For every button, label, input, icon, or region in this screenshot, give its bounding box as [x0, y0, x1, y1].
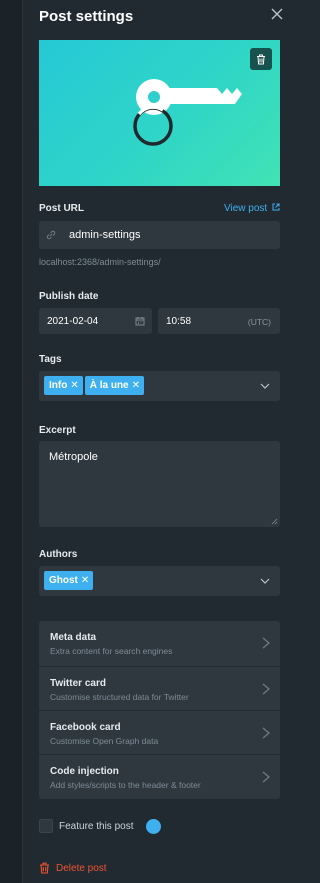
excerpt-textarea[interactable]: Métropole [39, 441, 280, 527]
editor-edge [0, 0, 23, 883]
delete-post-button[interactable]: Delete post [39, 862, 107, 874]
tags-list: Info ✕ À la une ✕ [44, 376, 146, 395]
menu-item-meta-data[interactable]: Meta data Extra content for search engin… [39, 621, 280, 665]
tag-label: Info [49, 380, 68, 391]
menu-item-twitter-card[interactable]: Twitter card Customise structured data f… [39, 666, 280, 710]
post-url-value: admin-settings [69, 229, 141, 241]
key-illustration [133, 79, 242, 146]
chevron-right-icon [262, 637, 270, 649]
tag-label: À la une [89, 380, 129, 391]
feature-image[interactable] [39, 40, 280, 186]
publish-time-input[interactable]: 10:58 (UTC) [158, 308, 280, 334]
author-label: Ghost [49, 575, 78, 586]
remove-image-button[interactable] [250, 48, 272, 70]
remove-author-icon[interactable]: ✕ [81, 575, 89, 586]
close-button[interactable] [269, 6, 285, 22]
remove-tag-icon[interactable]: ✕ [70, 380, 78, 391]
external-link-icon [272, 203, 280, 211]
trash-icon [257, 54, 265, 64]
excerpt-label: Excerpt [39, 425, 76, 436]
author-chip[interactable]: Ghost ✕ [44, 571, 94, 590]
delete-post-label: Delete post [56, 862, 107, 874]
tags-label: Tags [39, 354, 62, 365]
settings-menu: Meta data Extra content for search engin… [39, 621, 280, 799]
feature-checkbox[interactable] [39, 819, 53, 833]
trash-icon [40, 862, 49, 874]
menu-item-title: Twitter card [50, 678, 106, 689]
timezone-label: (UTC) [247, 317, 271, 327]
tag-chip[interactable]: À la une ✕ [84, 376, 145, 395]
menu-item-description: Customise structured data for Twitter [50, 692, 189, 702]
publish-time-value: 10:58 [166, 316, 192, 327]
calendar-icon[interactable] [135, 316, 145, 326]
panel-title: Post settings [39, 8, 134, 25]
view-post-link[interactable]: View post [224, 203, 280, 214]
remove-tag-icon[interactable]: ✕ [132, 380, 140, 391]
menu-item-title: Facebook card [50, 722, 121, 733]
menu-item-description: Add styles/scripts to the header & foote… [50, 780, 201, 790]
chevron-down-icon[interactable] [260, 381, 270, 391]
menu-item-code-injection[interactable]: Code injection Add styles/scripts to the… [39, 754, 280, 798]
view-post-label: View post [224, 203, 268, 214]
menu-item-description: Extra content for search engines [50, 646, 173, 656]
authors-label: Authors [39, 549, 78, 560]
post-settings-panel: Post settings Post URL View post admin-s… [23, 0, 299, 883]
post-url-hint: localhost:2368/admin-settings/ [39, 257, 161, 267]
chevron-right-icon [262, 727, 270, 739]
feature-help-icon[interactable] [146, 819, 161, 834]
close-icon [271, 8, 283, 20]
authors-input[interactable]: Ghost ✕ [39, 566, 280, 596]
authors-list: Ghost ✕ [44, 571, 95, 590]
chevron-down-icon[interactable] [260, 576, 270, 586]
tags-input[interactable]: Info ✕ À la une ✕ [39, 371, 280, 401]
excerpt-value: Métropole [49, 451, 98, 463]
link-icon [46, 230, 56, 240]
menu-item-title: Meta data [50, 632, 97, 643]
feature-label: Feature this post [59, 821, 134, 832]
tag-chip[interactable]: Info ✕ [44, 376, 83, 395]
menu-item-description: Customise Open Graph data [50, 736, 159, 746]
chevron-right-icon [262, 771, 270, 783]
menu-item-title: Code injection [50, 766, 119, 777]
chevron-right-icon [262, 683, 270, 695]
post-url-input[interactable]: admin-settings [39, 221, 280, 249]
resize-handle-icon[interactable] [271, 518, 278, 525]
menu-item-facebook-card[interactable]: Facebook card Customise Open Graph data [39, 710, 280, 754]
publish-date-label: Publish date [39, 291, 99, 302]
publish-date-value: 2021-02-04 [47, 316, 99, 327]
post-url-label: Post URL [39, 203, 84, 214]
publish-date-input[interactable]: 2021-02-04 [39, 308, 152, 334]
